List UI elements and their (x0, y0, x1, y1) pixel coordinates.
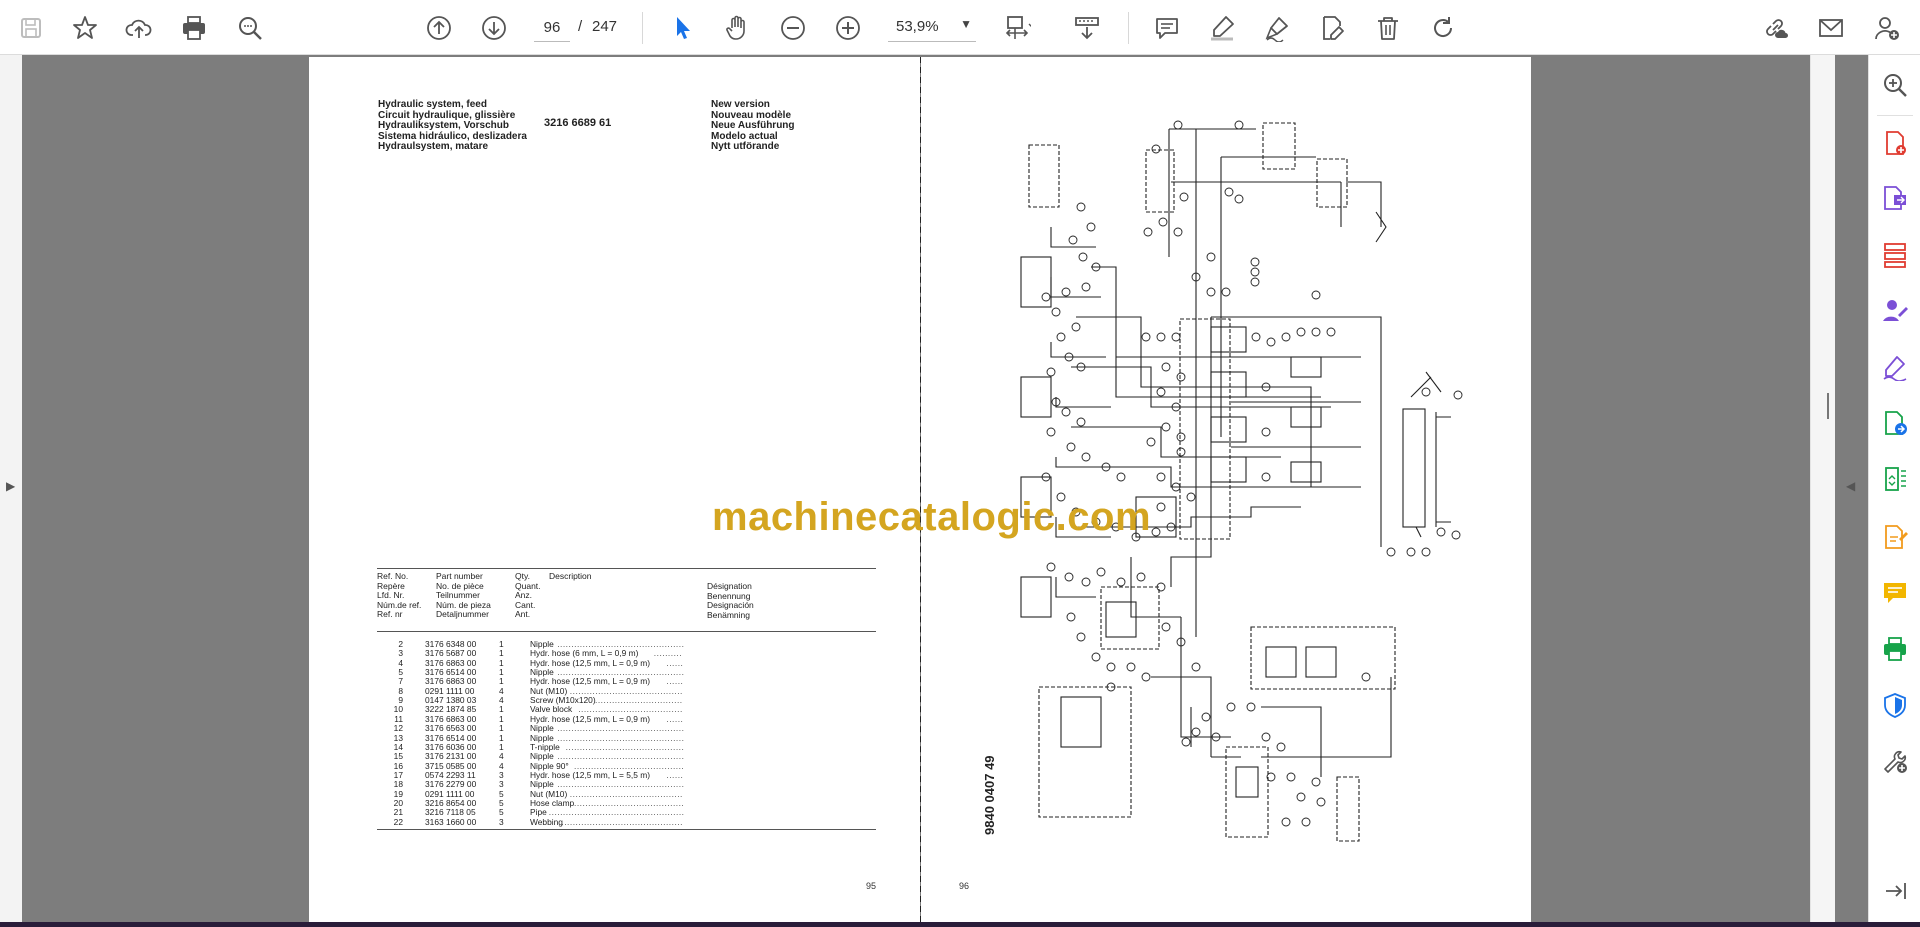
document-viewer[interactable]: ▶ Hydraulic system, feed Circuit hydraul… (0, 55, 1868, 922)
organize-pages-icon[interactable] (1879, 239, 1911, 271)
edit-text-icon[interactable] (1313, 9, 1351, 47)
vertical-scrollbar[interactable] (1810, 55, 1835, 922)
hand-pan-icon[interactable] (718, 9, 756, 47)
save-icon[interactable] (12, 9, 50, 47)
search-zoom-icon[interactable] (231, 9, 269, 47)
previous-page-icon[interactable] (420, 9, 458, 47)
cell-ref: 22 (393, 816, 403, 827)
col-header-description: Description (549, 571, 592, 581)
table-bottom-rule (377, 829, 876, 830)
page-96: 96 (921, 57, 1531, 922)
zoom-level-value: 53,9% (896, 18, 939, 35)
page-separator: / (578, 18, 583, 35)
hydraulic-schematic (1020, 120, 1463, 842)
watermark: machinecatalogic.com (712, 495, 1152, 539)
send-file-icon[interactable] (1879, 407, 1911, 439)
taskbar-strip (0, 922, 1920, 927)
cell-qty: 3 (499, 816, 504, 827)
compress-icon[interactable] (1879, 463, 1911, 495)
col-header-qty: Qty. Quant. Anz. Cant. Ant. (515, 571, 541, 619)
left-panel-strip[interactable]: ▶ (0, 55, 22, 922)
table-row: 22 3163 1660 00 3 Webbing..................… (377, 816, 707, 827)
page-number-left: 95 (866, 881, 877, 891)
toolbar-separator (642, 12, 643, 44)
print-icon[interactable] (175, 9, 213, 47)
page-title: Hydraulic system, feed Circuit hydrauliq… (378, 99, 527, 152)
zoom-level-dropdown[interactable]: 53,9% ▼ (888, 13, 976, 42)
drawing-number: 9840 0407 49 (982, 755, 997, 835)
version-note: New version Nouveau modèle Neue Ausführu… (711, 99, 795, 152)
page-95: Hydraulic system, feed Circuit hydrauliq… (309, 57, 920, 922)
next-page-icon[interactable] (475, 9, 513, 47)
page-number-right: 96 (959, 881, 970, 891)
protect-shield-icon[interactable] (1879, 689, 1911, 721)
upload-cloud-icon[interactable] (120, 9, 158, 47)
comment-bubble-icon[interactable] (1879, 577, 1911, 609)
cell-description: Webbing (530, 816, 563, 827)
sidebar-separator (1877, 115, 1913, 116)
page-fit-icon[interactable] (998, 9, 1036, 47)
edit-pdf-icon[interactable] (1879, 521, 1911, 553)
table-header-rule (377, 631, 876, 632)
toolbar-separator (1128, 12, 1129, 44)
top-toolbar: / 247 53,9% ▼ (0, 0, 1920, 55)
zoom-out-icon[interactable] (774, 9, 812, 47)
user-add-icon[interactable] (1868, 9, 1906, 47)
draw-pen-icon[interactable] (1258, 9, 1296, 47)
expand-panel-icon[interactable] (1879, 875, 1911, 907)
fill-sign-icon[interactable] (1879, 351, 1911, 383)
bookmark-star-icon[interactable] (66, 9, 104, 47)
rotate-icon[interactable] (1424, 9, 1462, 47)
mail-icon[interactable] (1812, 9, 1850, 47)
collapse-right-panel-icon[interactable]: ◀ (1846, 479, 1855, 493)
table-top-rule (377, 568, 876, 569)
comment-icon[interactable] (1148, 9, 1186, 47)
scroll-mode-icon[interactable] (1068, 9, 1106, 47)
print-production-icon[interactable] (1879, 633, 1911, 665)
chevron-down-icon: ▼ (960, 17, 972, 31)
highlight-pen-icon[interactable] (1203, 9, 1241, 47)
zoom-in-icon[interactable] (829, 9, 867, 47)
select-cursor-icon[interactable] (664, 9, 702, 47)
link-cloud-icon[interactable] (1756, 9, 1794, 47)
request-signature-icon[interactable] (1879, 295, 1911, 327)
col-header-ref: Ref. No. Repère Lfd. Nr. Núm.de ref. Ref… (377, 571, 422, 619)
trash-icon[interactable] (1369, 9, 1407, 47)
expand-left-icon[interactable]: ▶ (6, 479, 15, 493)
tools-sidebar (1868, 55, 1920, 922)
tools-icon[interactable] (1879, 745, 1911, 777)
export-pdf-icon[interactable] (1879, 182, 1911, 214)
leader-dots: ........................................… (561, 816, 683, 827)
total-pages: 247 (592, 18, 618, 35)
create-pdf-icon[interactable] (1879, 127, 1911, 159)
scrollbar-thumb[interactable] (1827, 393, 1829, 419)
col-header-designation: Désignation Benennung Designación Benämn… (707, 581, 754, 620)
assembly-part-number: 3216 6689 61 (544, 117, 612, 129)
zoom-search-icon[interactable] (1879, 69, 1911, 101)
current-page-input[interactable] (534, 13, 570, 42)
cell-part-number: 3163 1660 00 (425, 816, 477, 827)
col-header-part: Part number No. de pièce Teilnummer Núm.… (436, 571, 491, 619)
